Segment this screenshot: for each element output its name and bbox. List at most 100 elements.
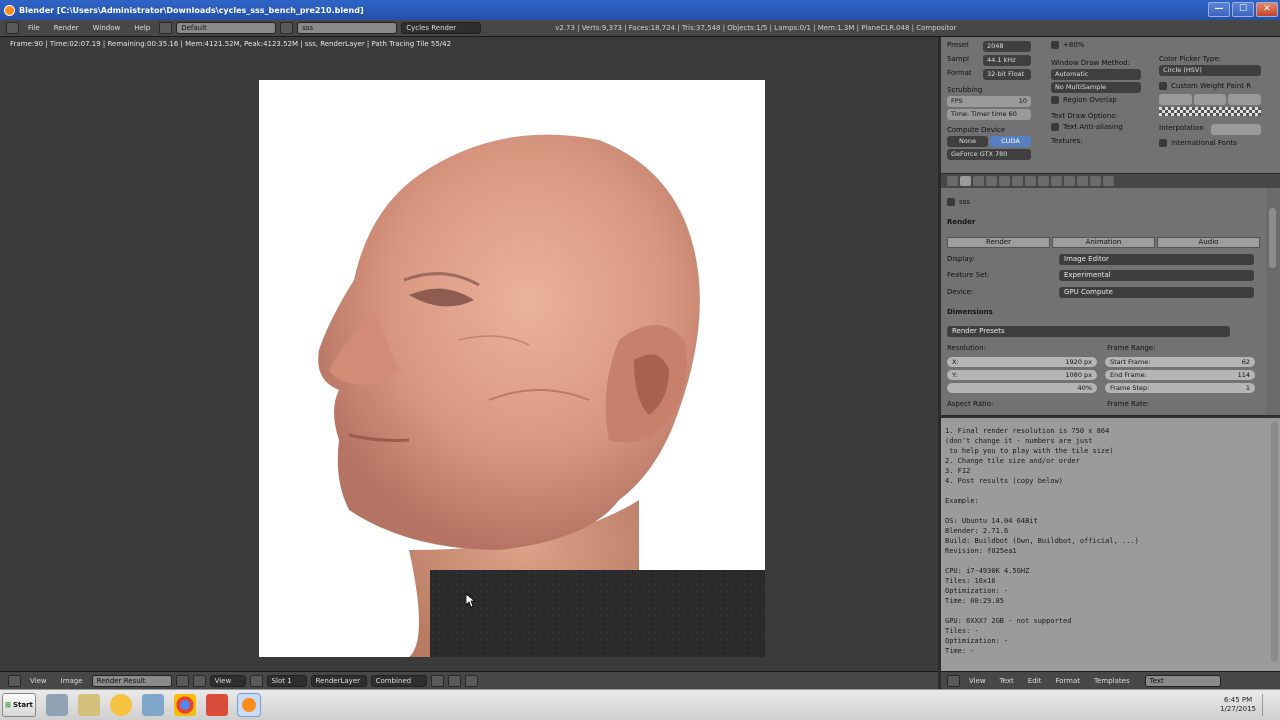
slot-select[interactable]: Slot 1 [266, 674, 307, 687]
region-overlap-checkbox[interactable] [1051, 96, 1059, 104]
text-datablock-field[interactable]: Text [1144, 674, 1221, 687]
start-button[interactable]: ⊞ Start [2, 693, 36, 717]
texture-tab-icon[interactable] [1077, 176, 1088, 186]
frame-step-field[interactable]: Frame Step: 1 [1105, 383, 1255, 393]
editor-type-icon[interactable] [947, 674, 960, 687]
percent-checkbox[interactable] [1051, 41, 1059, 49]
device-select[interactable]: GPU Compute [1059, 286, 1254, 298]
color-ramp[interactable] [1159, 107, 1261, 116]
text-line[interactable]: Example: [945, 496, 1139, 506]
physics-tab-icon[interactable] [1103, 176, 1114, 186]
text-line[interactable] [945, 486, 1139, 496]
object-tab-icon[interactable] [1012, 176, 1023, 186]
fps-field[interactable]: FPS 10 [947, 96, 1031, 107]
display-select[interactable]: Image Editor [1059, 253, 1254, 265]
window-draw-select[interactable]: Automatic [1051, 69, 1141, 80]
menu-view[interactable]: View [25, 677, 52, 685]
text-editor[interactable]: 1. Final render resolution is 750 x 864(… [941, 416, 1280, 671]
modifiers-tab-icon[interactable] [1038, 176, 1049, 186]
text-line[interactable]: Time: - [945, 646, 1139, 656]
device-none-button[interactable]: None [947, 136, 988, 147]
screen-layout-select[interactable]: Default [176, 22, 277, 34]
interpolation-select[interactable] [1211, 124, 1261, 135]
media-icon[interactable] [110, 694, 132, 716]
text-antialias-checkbox[interactable] [1051, 123, 1059, 131]
alpha-channel-icon[interactable] [447, 674, 461, 687]
minimize-button[interactable]: — [1208, 2, 1230, 17]
text-line[interactable]: Optimization: - [945, 586, 1139, 596]
close-button[interactable]: ✕ [1256, 2, 1278, 17]
menu-render[interactable]: Render [49, 24, 84, 32]
pass-select[interactable]: Combined [370, 674, 427, 687]
start-frame-field[interactable]: Start Frame: 62 [1105, 357, 1255, 367]
world-tab-icon[interactable] [999, 176, 1010, 186]
dimensions-section-header[interactable]: Dimensions [947, 308, 993, 316]
custom-weight-checkbox[interactable] [1159, 82, 1167, 90]
text-line[interactable]: Time: 00:29.85 [945, 596, 1139, 606]
weight-field-1[interactable] [1159, 94, 1192, 105]
particles-tab-icon[interactable] [1090, 176, 1101, 186]
text-line[interactable]: Revision: f025ea1 [945, 546, 1139, 556]
text-line[interactable]: CPU: i7-4930K 4.5GHZ [945, 566, 1139, 576]
text-line[interactable]: 1. Final render resolution is 750 x 864 [945, 426, 1139, 436]
render-presets-select[interactable]: Render Presets [947, 325, 1230, 337]
text-line[interactable]: GPU: 6XXX? 2GB - not supported [945, 616, 1139, 626]
scene-select[interactable]: sss [297, 22, 398, 34]
end-frame-field[interactable]: End Frame: 114 [1105, 370, 1255, 380]
scene-checkbox[interactable] [947, 198, 955, 206]
blender-taskbar-icon[interactable] [237, 693, 261, 717]
layer-select[interactable]: RenderLayer [310, 674, 367, 687]
menu-edit[interactable]: Edit [1023, 677, 1047, 685]
menu-format[interactable]: Format [1050, 677, 1085, 685]
scene-tab-icon[interactable] [986, 176, 997, 186]
menu-help[interactable]: Help [129, 24, 155, 32]
color-picker-select[interactable]: Circle (HSV) [1159, 65, 1261, 76]
chrome-icon[interactable] [174, 694, 196, 716]
text-line[interactable]: Tiles: - [945, 626, 1139, 636]
render-engine-select[interactable]: Cycles Render [401, 22, 482, 34]
resolution-x-field[interactable]: X: 1920 px [947, 357, 1097, 367]
sample-field[interactable]: 44.1 kHz [983, 55, 1031, 66]
render-layers-tab-icon[interactable] [973, 176, 984, 186]
maximize-button[interactable]: ☐ [1232, 2, 1254, 17]
network-icon[interactable] [142, 694, 164, 716]
multisample-select[interactable]: No MultiSample [1051, 82, 1141, 93]
text-line[interactable] [945, 556, 1139, 566]
text-line[interactable]: 2. Change tile size and/or order [945, 456, 1139, 466]
preset-field[interactable]: 2048 [983, 41, 1031, 52]
show-desktop-button[interactable] [1262, 694, 1272, 716]
text-line[interactable]: Optimization: - [945, 636, 1139, 646]
view-select[interactable]: View [209, 674, 246, 687]
pin-icon[interactable] [175, 674, 189, 687]
editor-type-icon[interactable] [6, 22, 19, 34]
view-tab-icon[interactable] [947, 176, 958, 186]
computer-icon[interactable] [46, 694, 68, 716]
menu-file[interactable]: File [23, 24, 45, 32]
text-editor-content[interactable]: 1. Final render resolution is 750 x 864(… [945, 426, 1139, 656]
image-name-field[interactable]: Render Result [91, 674, 172, 687]
weight-field-3[interactable] [1228, 94, 1262, 105]
explorer-icon[interactable] [78, 694, 100, 716]
weight-field-2[interactable] [1193, 94, 1227, 105]
text-line[interactable]: Blender: 2.71.6 [945, 526, 1139, 536]
editor-type-icon[interactable] [8, 674, 21, 687]
text-line[interactable]: Tiles: 16x16 [945, 576, 1139, 586]
data-tab-icon[interactable] [1051, 176, 1062, 186]
text-line[interactable]: Build: Buildbot (Own, Buildbot, official… [945, 536, 1139, 546]
view-mode-icon[interactable] [192, 674, 206, 687]
properties-scrollbar[interactable] [1266, 188, 1280, 415]
scrollbar-thumb[interactable] [1269, 208, 1276, 268]
app-icon[interactable] [206, 694, 228, 716]
menu-templates[interactable]: Templates [1089, 677, 1135, 685]
animation-button[interactable]: Animation [1052, 236, 1155, 248]
audio-button[interactable]: Audio [1157, 236, 1260, 248]
render-tab-icon[interactable] [960, 176, 971, 186]
menu-window[interactable]: Window [88, 24, 126, 32]
constraints-tab-icon[interactable] [1025, 176, 1036, 186]
render-section-header[interactable]: Render [947, 218, 975, 226]
text-line[interactable] [945, 606, 1139, 616]
text-line[interactable]: 3. F12 [945, 466, 1139, 476]
clock[interactable]: 6:45 PM 1/27/2015 [1220, 696, 1256, 714]
menu-text[interactable]: Text [995, 677, 1019, 685]
resolution-percent-field[interactable]: 40% [947, 383, 1097, 393]
